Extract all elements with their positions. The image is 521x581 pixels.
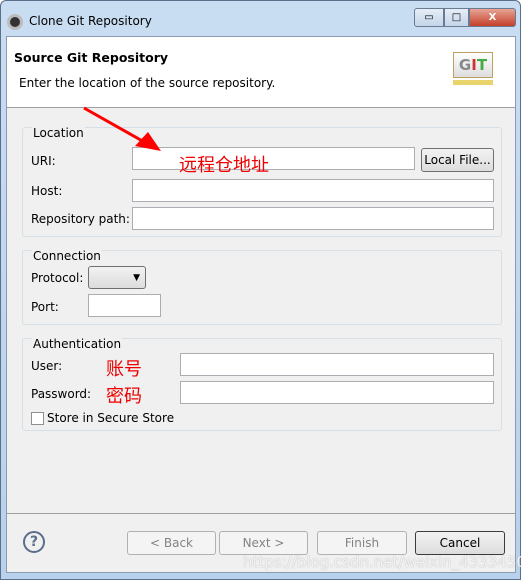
arrow-shaft <box>83 106 147 145</box>
annotation-arrow-icon <box>83 106 161 151</box>
dialog-window: Clone Git Repository ▭ □ X Source Git Re… <box>0 0 521 580</box>
arrow-head <box>135 132 161 151</box>
